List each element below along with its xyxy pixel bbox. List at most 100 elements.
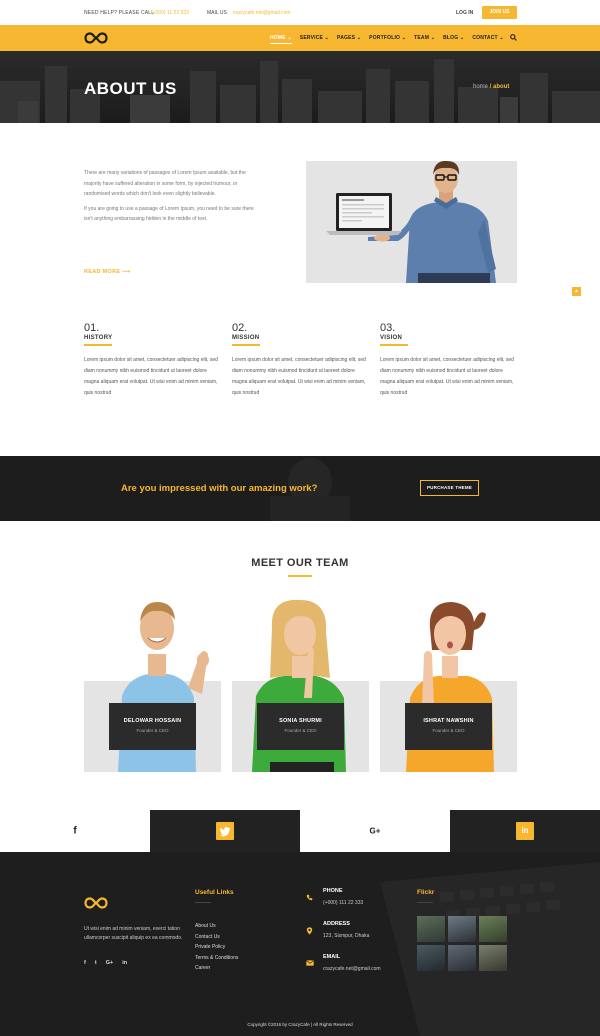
- nav-service[interactable]: SERVICE ⌄: [300, 35, 329, 44]
- footer-link[interactable]: Contact Us: [195, 932, 238, 943]
- footer-link[interactable]: Terms & Conditions: [195, 953, 238, 964]
- contact-value[interactable]: crazycafe.net@gmail.com: [323, 966, 381, 972]
- team-member-name: SONIA SHURMI: [279, 718, 322, 724]
- feature-title: VISION: [380, 335, 403, 341]
- join-button[interactable]: JOIN US: [482, 6, 517, 19]
- nav-portfolio[interactable]: PORTFOLIO ⌄: [369, 35, 406, 44]
- copyright: Copyright ©2016 by CrazyCafe | All Right…: [247, 1022, 353, 1027]
- scroll-top-button[interactable]: ▲: [572, 287, 581, 296]
- chevron-down-icon: ⌄: [287, 35, 292, 41]
- feature-history: 01. HISTORY Lorem ipsum dolor sit amet, …: [84, 322, 219, 399]
- top-bar: NEED HELP? PLEASE CALL (+000) 11 22 333 …: [0, 0, 600, 25]
- twitter-icon[interactable]: t: [95, 960, 97, 966]
- footer-link[interactable]: Career: [195, 963, 238, 974]
- login-link[interactable]: LOG IN: [456, 10, 473, 16]
- team-member-name: DELOWAR HOSSAIN: [123, 718, 182, 724]
- twitter-link[interactable]: [150, 810, 300, 852]
- team-member-card[interactable]: SONIA SHURMI Founder & CEO: [232, 598, 369, 772]
- social-strip: f G+ in: [0, 810, 600, 852]
- feature-mission: 02. MISSION Lorem ipsum dolor sit amet, …: [232, 322, 367, 399]
- contact-value: 123, Sismpur, Dhaka: [323, 933, 370, 939]
- footer-social: f t G+ in: [84, 960, 127, 966]
- feature-number: 01.: [84, 322, 100, 334]
- nav-team[interactable]: TEAM ⌄: [414, 35, 435, 44]
- linkedin-icon[interactable]: in: [122, 960, 127, 966]
- chevron-down-icon: ⌄: [430, 35, 436, 41]
- feature-divider: [380, 344, 408, 346]
- cta-banner: Are you impressed with our amazing work?…: [0, 456, 600, 521]
- flickr-widget: Flickr: [417, 889, 434, 903]
- breadcrumb-home[interactable]: home: [473, 84, 488, 90]
- feature-title: HISTORY: [84, 335, 113, 341]
- about-paragraph: If you are going to use a passage of Lor…: [84, 205, 254, 223]
- location-icon: [306, 927, 313, 935]
- logo-icon[interactable]: [84, 32, 108, 44]
- facebook-link[interactable]: f: [0, 810, 150, 852]
- feature-number: 02.: [232, 322, 248, 334]
- feature-text: Lorem ipsum dolor sit amet, consectetuer…: [380, 356, 514, 396]
- breadcrumb-current: about: [493, 84, 510, 90]
- nav-blog[interactable]: BLOG ⌄: [443, 35, 464, 44]
- team-title: MEET OUR TEAM: [251, 557, 349, 569]
- mail-icon: [306, 960, 314, 966]
- footer-link[interactable]: About Us: [195, 921, 238, 932]
- flickr-thumbnail[interactable]: [479, 945, 507, 971]
- facebook-icon: f: [73, 825, 77, 837]
- help-label: NEED HELP? PLEASE CALL: [84, 10, 155, 16]
- flickr-thumbnail[interactable]: [448, 916, 476, 942]
- team-member-info: ISHRAT NAWSHIN Founder & CEO: [405, 703, 492, 750]
- linkedin-icon: in: [516, 822, 534, 840]
- page-hero: ABOUT US home / about: [0, 51, 600, 123]
- footer-background-image: [380, 862, 600, 1036]
- feature-title: MISSION: [232, 335, 260, 341]
- useful-links-title: Useful Links: [195, 889, 234, 896]
- flickr-gallery: [417, 916, 507, 971]
- team-member-card[interactable]: ISHRAT NAWSHIN Founder & CEO: [380, 598, 517, 772]
- mail-label: MAIL US: [207, 10, 227, 16]
- nav-contact[interactable]: CONTACT ⌄: [472, 35, 503, 44]
- chevron-down-icon: ⌄: [401, 35, 407, 41]
- heading-divider: [417, 902, 433, 903]
- team-member-info: DELOWAR HOSSAIN Founder & CEO: [109, 703, 196, 750]
- flickr-thumbnail[interactable]: [448, 945, 476, 971]
- google-plus-link[interactable]: G+: [300, 810, 450, 852]
- about-image: [306, 161, 517, 283]
- main-navbar: HOME ⌄ SERVICE ⌄ PAGES ⌄ PORTFOLIO ⌄ TEA…: [0, 25, 600, 51]
- flickr-thumbnail[interactable]: [417, 916, 445, 942]
- team-member-role: Founder & CEO: [432, 728, 465, 733]
- read-more-link[interactable]: READ MORE ⟶: [84, 269, 130, 275]
- team-member-info: SONIA SHURMI Founder & CEO: [257, 703, 344, 750]
- flickr-thumbnail[interactable]: [479, 916, 507, 942]
- help-phone[interactable]: (+000) 11 22 333: [151, 10, 189, 16]
- chevron-down-icon: ⌄: [356, 35, 362, 41]
- arrow-right-icon: ⟶: [122, 269, 131, 275]
- chevron-down-icon: ⌄: [499, 35, 504, 41]
- footer-link[interactable]: Private Policy: [195, 942, 238, 953]
- google-plus-icon[interactable]: G+: [106, 960, 114, 966]
- chevron-down-icon: ⌄: [459, 35, 465, 41]
- nav-pages[interactable]: PAGES ⌄: [337, 35, 361, 44]
- search-icon[interactable]: [510, 34, 517, 41]
- feature-text: Lorem ipsum dolor sit amet, consectetuer…: [84, 356, 218, 396]
- feature-divider: [84, 344, 112, 346]
- chevron-up-icon: ▲: [574, 288, 579, 294]
- about-paragraph: There are many variations of passages of…: [84, 170, 246, 197]
- footer-logo-icon[interactable]: [84, 897, 108, 909]
- about-text: There are many variations of passages of…: [84, 168, 259, 229]
- flickr-thumbnail[interactable]: [417, 945, 445, 971]
- phone-icon: [306, 894, 313, 901]
- team-member-name: ISHRAT NAWSHIN: [423, 718, 474, 724]
- feature-vision: 03. VISION Lorem ipsum dolor sit amet, c…: [380, 322, 515, 399]
- team-member-card[interactable]: DELOWAR HOSSAIN Founder & CEO: [84, 598, 221, 772]
- flickr-title: Flickr: [417, 889, 435, 896]
- purchase-theme-button[interactable]: PURCHASE THEME: [420, 480, 479, 496]
- linkedin-link[interactable]: in: [450, 810, 600, 852]
- facebook-icon[interactable]: f: [84, 960, 86, 966]
- nav-home[interactable]: HOME ⌄: [270, 35, 292, 44]
- contact-value[interactable]: (+000) 111 22 333: [323, 900, 363, 906]
- feature-divider: [232, 344, 260, 346]
- mail-link[interactable]: crazycafe.net@gmail.com: [233, 10, 291, 16]
- contact-label: ADDRESS: [323, 921, 350, 927]
- feature-number: 03.: [380, 322, 396, 334]
- footer: Ut wisi enim ad minim veniam, exerci tat…: [0, 852, 600, 1036]
